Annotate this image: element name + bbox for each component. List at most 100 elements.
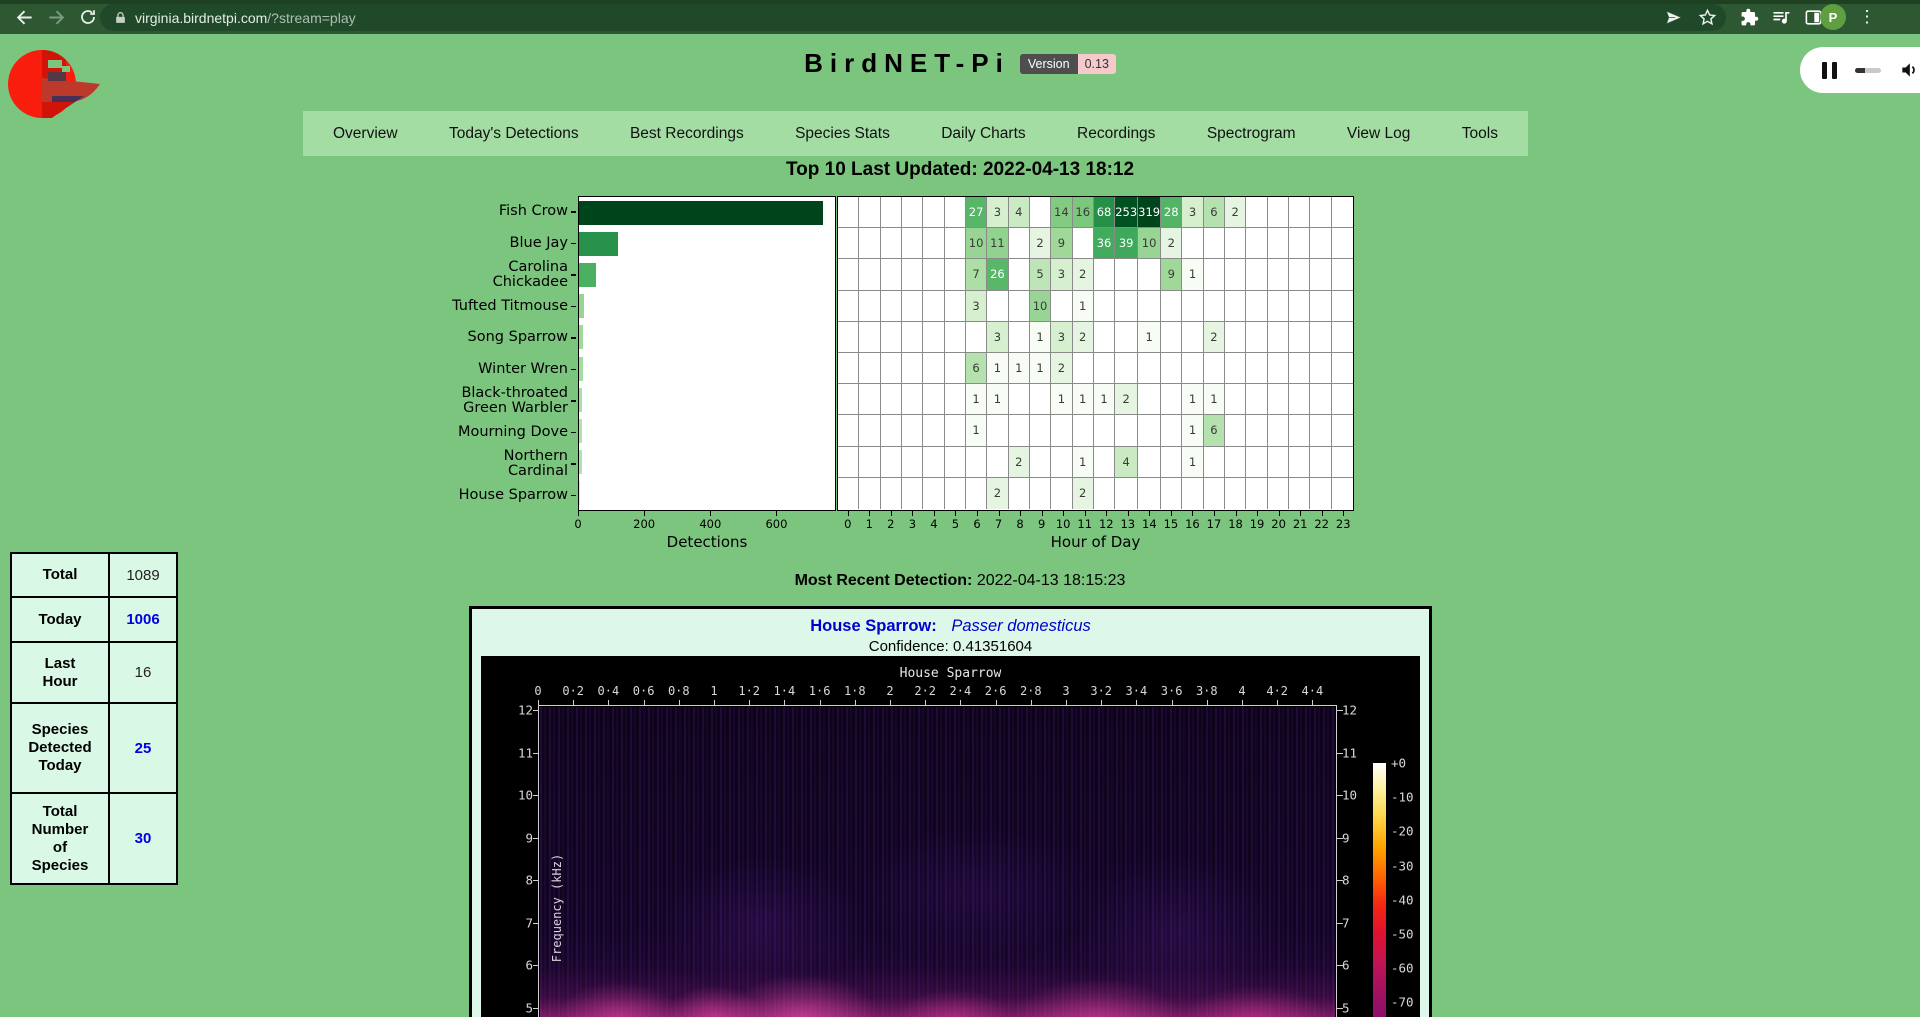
freq-tick-label-right: 9 <box>1342 830 1350 845</box>
nav-item-today-s-detections[interactable]: Today's Detections <box>449 125 579 143</box>
stats-value[interactable]: 30 <box>109 793 177 884</box>
nav-item-recordings[interactable]: Recordings <box>1077 125 1155 143</box>
freq-tick-label-right: 12 <box>1342 703 1357 718</box>
heatmap-cell <box>859 384 880 415</box>
heatmap-cell: 2 <box>1204 322 1225 353</box>
heatmap-cell <box>923 447 944 478</box>
bar-x-axis: 0200400600 <box>578 511 836 532</box>
freq-tick <box>533 795 539 796</box>
heatmap-cell <box>923 291 944 322</box>
nav-item-overview[interactable]: Overview <box>333 125 398 143</box>
time-tick <box>1172 700 1173 706</box>
bar-row <box>579 384 835 415</box>
heatmap-cell <box>945 447 966 478</box>
volume-slider[interactable] <box>1855 68 1881 73</box>
heatmap-cell <box>1310 197 1331 228</box>
freq-tick-label-left: 6 <box>493 958 533 973</box>
detection-species[interactable]: House Sparrow: <box>810 617 937 635</box>
nav-item-daily-charts[interactable]: Daily Charts <box>941 125 1025 143</box>
heatmap-cell <box>881 291 902 322</box>
back-icon[interactable] <box>10 3 38 31</box>
heatmap-cell <box>1225 478 1246 509</box>
x-tick <box>977 511 978 516</box>
x-tick <box>1171 511 1172 516</box>
stats-label: Last Hour <box>11 642 109 703</box>
heatmap-cell: 26 <box>987 259 1008 290</box>
spectrogram-plot: Frequency (kHz) <box>538 705 1337 1017</box>
heatmap-cell <box>923 228 944 259</box>
audio-player[interactable] <box>1800 47 1920 93</box>
nav-item-species-stats[interactable]: Species Stats <box>795 125 890 143</box>
freq-tick <box>533 1008 539 1009</box>
star-icon[interactable] <box>1694 4 1720 30</box>
freq-tick-label-left: 10 <box>493 788 533 803</box>
heatmap-cell <box>1138 353 1161 384</box>
nav-item-tools[interactable]: Tools <box>1462 125 1498 143</box>
heatmap-cell <box>1332 447 1353 478</box>
extensions-icon[interactable] <box>1736 4 1762 30</box>
heatmap-cell <box>966 447 987 478</box>
heatmap-cell <box>1268 415 1289 446</box>
time-tick <box>820 700 821 706</box>
playlist-icon[interactable] <box>1768 4 1794 30</box>
reload-icon[interactable] <box>74 3 102 31</box>
heatmap-cell <box>859 447 880 478</box>
nav-item-view-log[interactable]: View Log <box>1347 125 1410 143</box>
heatmap-cell: 6 <box>1204 415 1225 446</box>
species-row: Winter Wren <box>440 354 577 386</box>
heatmap-cell <box>1138 415 1161 446</box>
most-recent-detection: Most Recent Detection: 2022-04-13 18:15:… <box>0 572 1920 590</box>
y-tick <box>571 432 576 434</box>
heatmap-cell <box>859 353 880 384</box>
heatmap-cell <box>1310 228 1331 259</box>
heatmap-cell <box>987 447 1008 478</box>
x-tick <box>1300 511 1301 516</box>
heatmap-cell: 16 <box>1073 197 1094 228</box>
heatmap-cell <box>838 447 859 478</box>
species-row: Song Sparrow <box>440 322 577 354</box>
nav-item-best-recordings[interactable]: Best Recordings <box>630 125 744 143</box>
menu-icon[interactable]: ⋮ <box>1854 4 1880 30</box>
nav-item-spectrogram[interactable]: Spectrogram <box>1207 125 1296 143</box>
y-tick <box>571 369 576 371</box>
heatmap-cell: 4 <box>1009 197 1030 228</box>
heatmap-cell <box>1289 228 1310 259</box>
freq-tick-label-right: 10 <box>1342 788 1357 803</box>
avatar[interactable]: P <box>1820 4 1846 30</box>
colorbar-tick-label: -40 <box>1391 892 1414 907</box>
time-tick <box>608 700 609 706</box>
detection-scientific-name: Passer domesticus <box>951 617 1090 635</box>
stats-value[interactable]: 1006 <box>109 597 177 642</box>
heatmap-cell: 39 <box>1115 228 1138 259</box>
url-bar[interactable]: virginia.birdnetpi.com/?stream=play <box>100 4 1726 31</box>
heatmap-cell <box>1310 291 1331 322</box>
x-tick-label: 9 <box>1038 517 1045 531</box>
species-row: Black-throated Green Warbler <box>440 385 577 417</box>
send-icon[interactable] <box>1660 4 1686 30</box>
heatmap-cell <box>1225 228 1246 259</box>
time-tick <box>538 700 539 706</box>
freq-tick-label-left: 9 <box>493 830 533 845</box>
x-tick <box>912 511 913 516</box>
heatmap-cell <box>1310 322 1331 353</box>
detections-bar <box>579 388 582 412</box>
heatmap-cell <box>945 322 966 353</box>
x-tick-label: 14 <box>1142 517 1157 531</box>
heatmap-cell <box>1332 228 1353 259</box>
x-tick-label: 1 <box>866 517 873 531</box>
stats-value[interactable]: 25 <box>109 703 177 793</box>
x-tick <box>955 511 956 516</box>
heatmap-cell <box>1246 259 1267 290</box>
heatmap-cell <box>1182 322 1203 353</box>
heatmap-cell <box>1051 291 1072 322</box>
speaker-icon[interactable] <box>1899 60 1919 80</box>
heatmap-cell <box>1246 291 1267 322</box>
heatmap-cell: 10 <box>1138 228 1161 259</box>
heatmap-cell: 2 <box>1073 478 1094 509</box>
heatmap-cell: 2 <box>987 478 1008 509</box>
heatmap-cell: 11 <box>987 228 1008 259</box>
bar-row <box>579 259 835 290</box>
heatmap-cell <box>859 259 880 290</box>
pause-icon[interactable] <box>1822 62 1837 79</box>
heatmap-cell <box>1009 259 1030 290</box>
